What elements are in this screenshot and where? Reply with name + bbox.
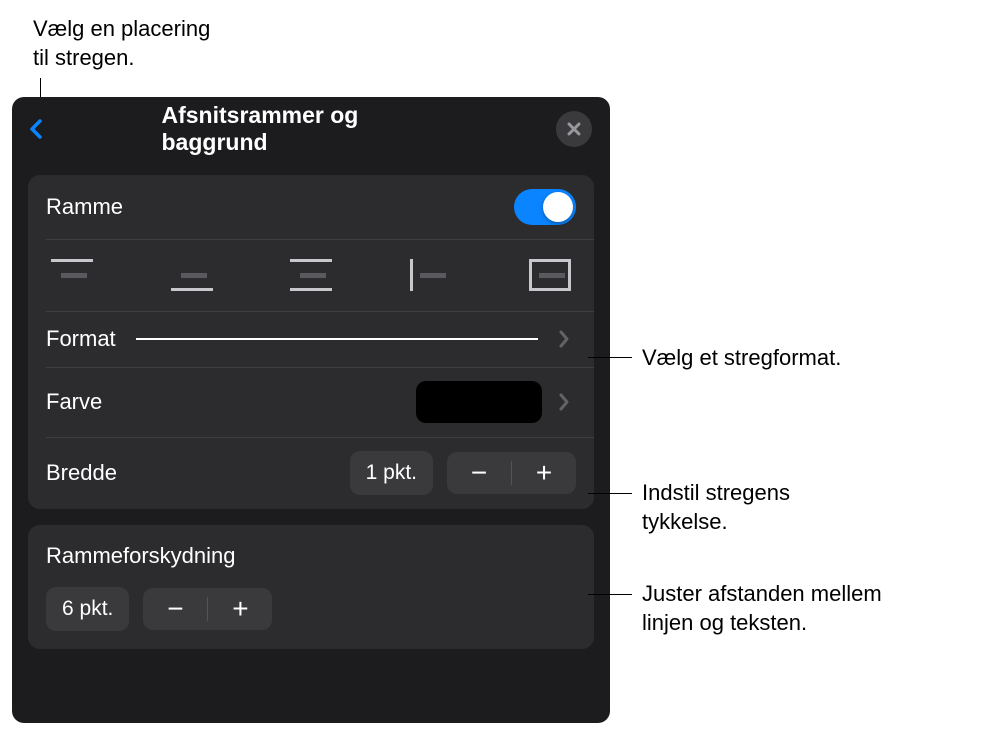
offset-increment[interactable]: + [208,588,272,630]
offset-value: 6 pkt. [46,587,129,631]
farve-row[interactable]: Farve [28,367,594,437]
callout-offset: Juster afstanden mellem linjen og tekste… [642,580,882,637]
format-row[interactable]: Format [28,311,594,367]
callout-width: Indstil stregens tykkelse. [642,479,790,536]
bredde-label: Bredde [46,460,117,486]
toggle-knob [543,192,573,222]
color-swatch[interactable] [416,381,542,423]
bredde-row: Bredde 1 pkt. − + [28,437,594,509]
callout-line [588,594,632,595]
border-bottom-option[interactable] [166,255,218,295]
panel-header: Afsnitsrammer og baggrund [12,97,610,159]
border-left-option[interactable] [405,255,457,295]
border-top-option[interactable] [46,255,98,295]
offset-label: Rammeforskydning [46,543,576,569]
close-button[interactable] [556,111,592,147]
callout-line [588,357,632,358]
offset-decrement[interactable]: − [143,588,207,630]
bredde-stepper: − + [447,452,576,494]
offset-stepper: − + [143,588,272,630]
border-style-picker [28,239,594,311]
chevron-right-icon [558,390,576,414]
callout-line [588,493,632,494]
ramme-label: Ramme [46,194,123,220]
panel-title: Afsnitsrammer og baggrund [162,102,461,156]
offset-section: Rammeforskydning 6 pkt. − + [28,525,594,649]
chevron-right-icon [558,327,576,351]
bredde-increment[interactable]: + [512,452,576,494]
callout-format: Vælg et stregformat. [642,344,841,373]
format-label: Format [46,326,116,352]
farve-label: Farve [46,389,102,415]
ramme-toggle[interactable] [514,189,576,225]
line-style-preview [136,338,538,340]
settings-panel: Afsnitsrammer og baggrund Ramme [12,97,610,723]
ramme-row: Ramme [28,175,594,239]
bredde-value: 1 pkt. [350,451,433,495]
back-button[interactable] [26,114,46,144]
border-topbottom-option[interactable] [285,255,337,295]
border-box-option[interactable] [524,255,576,295]
border-section: Ramme [28,175,594,509]
callout-placement: Vælg en placering til stregen. [33,15,210,72]
bredde-decrement[interactable]: − [447,452,511,494]
